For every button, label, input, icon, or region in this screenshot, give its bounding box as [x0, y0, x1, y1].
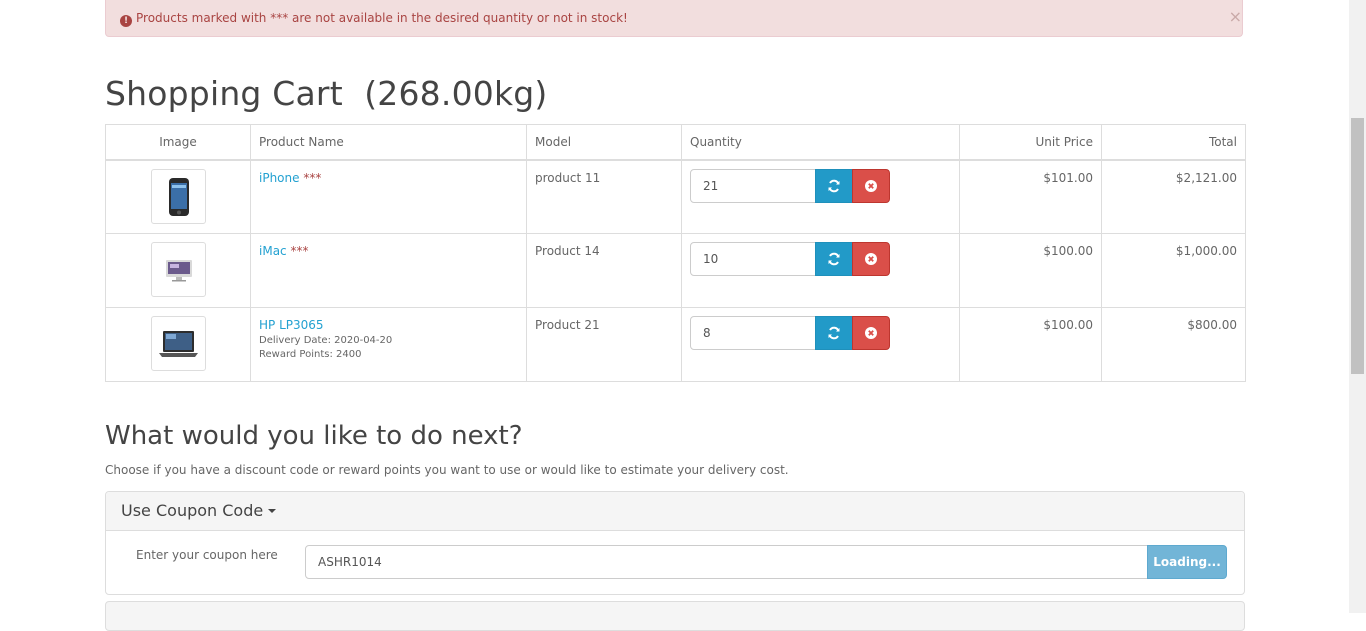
coupon-panel-toggle[interactable]: Use Coupon Code: [106, 492, 1244, 531]
refresh-icon: [828, 179, 840, 192]
product-thumbnail[interactable]: [150, 168, 206, 224]
alert-message: Products marked with *** are not availab…: [136, 11, 628, 25]
header-product-name: Product Name: [250, 124, 527, 161]
remove-button[interactable]: [852, 168, 890, 203]
update-button[interactable]: [815, 168, 853, 203]
table-row: iMac *** Product 14 10 $100.00 $1,000.00: [105, 233, 1246, 308]
caret-down-icon: [268, 509, 277, 513]
remove-button[interactable]: [852, 316, 890, 350]
refresh-icon: [828, 252, 840, 266]
quantity-cell: [681, 307, 960, 382]
header-unit-price: Unit Price: [959, 124, 1102, 161]
header-total: Total: [1101, 124, 1246, 161]
model-cell: Product 21: [526, 307, 682, 382]
iphone-icon: [168, 177, 189, 216]
product-name-cell: iMac ***: [250, 233, 527, 308]
remove-button[interactable]: [852, 242, 890, 276]
page-title: Shopping Cart (268.00kg): [105, 74, 548, 113]
image-cell: [105, 159, 251, 234]
header-image: Image: [105, 124, 251, 161]
cart-table: Image Product Name Model Quantity Unit P…: [105, 124, 1246, 382]
next-steps-heading: What would you like to do next?: [105, 421, 523, 451]
model-cell: product 11: [526, 159, 682, 234]
coupon-panel: Use Coupon Code Enter your coupon here L…: [105, 491, 1245, 595]
table-header-row: Image Product Name Model Quantity Unit P…: [105, 124, 1246, 161]
unit-price-cell: $100.00: [959, 233, 1102, 308]
total-cell: $1,000.00: [1101, 233, 1246, 308]
coupon-panel-title-wrap: Use Coupon Code: [121, 501, 277, 520]
coupon-input[interactable]: [305, 545, 1149, 579]
delivery-date: Delivery Date: 2020-04-20: [259, 335, 393, 346]
alert-message-wrap: ! Products marked with *** are not availa…: [120, 11, 628, 27]
stock-marker: ***: [303, 170, 322, 185]
product-link[interactable]: HP LP3065: [259, 318, 324, 332]
product-link[interactable]: iMac: [259, 244, 287, 258]
quantity-group: [690, 242, 951, 276]
quantity-cell: [681, 233, 960, 308]
remove-circle-icon: [865, 253, 877, 265]
unit-price-cell: $101.00: [959, 159, 1102, 234]
total-cell: $2,121.00: [1101, 159, 1246, 234]
close-icon[interactable]: ×: [1229, 7, 1242, 26]
quantity-group: [690, 316, 951, 350]
image-cell: [105, 307, 251, 382]
image-cell: [105, 233, 251, 308]
vertical-scrollbar[interactable]: [1349, 0, 1366, 613]
header-model: Model: [526, 124, 682, 161]
unit-price-cell: $100.00: [959, 307, 1102, 382]
imac-icon: [165, 260, 192, 282]
table-row: iPhone *** product 11 21 $101.00 $2,121.…: [105, 159, 1246, 234]
refresh-icon: [828, 326, 840, 340]
product-name-cell: iPhone ***: [250, 159, 527, 234]
product-name-cell: HP LP3065 Delivery Date: 2020-04-20 Rewa…: [250, 307, 527, 382]
product-thumbnail[interactable]: [150, 316, 206, 371]
next-steps-subtitle: Choose if you have a discount code or re…: [105, 463, 789, 477]
update-button[interactable]: [815, 316, 853, 350]
scrollbar-thumb[interactable]: [1351, 118, 1364, 374]
coupon-label: Enter your coupon here: [136, 548, 278, 562]
quantity-input[interactable]: [690, 242, 816, 276]
quantity-cell: [681, 159, 960, 234]
update-button[interactable]: [815, 242, 853, 276]
stock-warning-alert: ! Products marked with *** are not availa…: [105, 0, 1243, 37]
total-cell: $800.00: [1101, 307, 1246, 382]
header-quantity: Quantity: [681, 124, 960, 161]
laptop-icon: [158, 331, 198, 357]
product-link[interactable]: iPhone: [259, 171, 300, 185]
next-panel-header[interactable]: [105, 601, 1245, 631]
reward-points: Reward Points: 2400: [259, 349, 362, 360]
remove-circle-icon: [865, 179, 877, 192]
remove-circle-icon: [865, 327, 877, 339]
table-row: HP LP3065 Delivery Date: 2020-04-20 Rewa…: [105, 307, 1246, 382]
coupon-panel-title: Use Coupon Code: [121, 501, 264, 520]
stock-marker: ***: [290, 244, 309, 258]
quantity-input[interactable]: [690, 316, 816, 350]
quantity-group: [690, 168, 951, 203]
model-cell: Product 14: [526, 233, 682, 308]
apply-coupon-button[interactable]: Loading...: [1147, 545, 1227, 579]
quantity-input[interactable]: [690, 168, 816, 203]
exclamation-circle-icon: !: [120, 15, 132, 27]
product-thumbnail[interactable]: [150, 242, 206, 297]
